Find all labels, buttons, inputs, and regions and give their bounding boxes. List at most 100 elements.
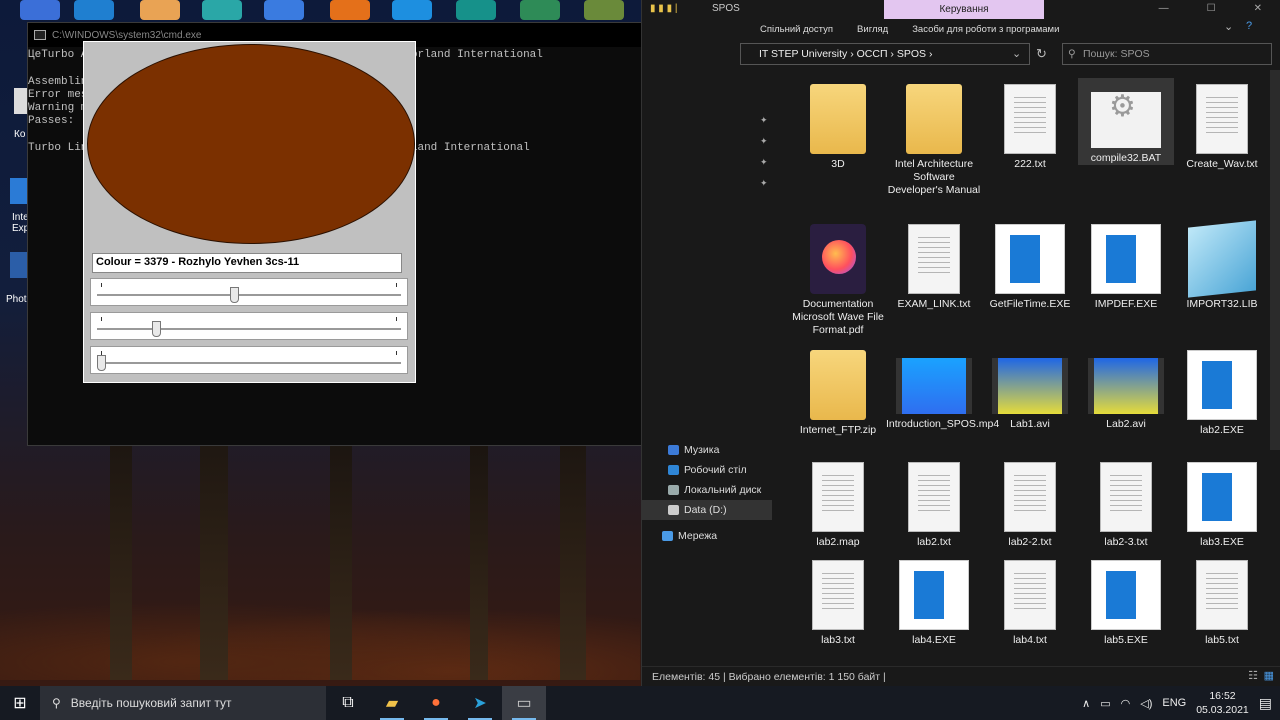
file-item[interactable]: EXAM_LINK.txt <box>886 218 982 311</box>
nav-item-desktop[interactable]: Робочий стіл <box>642 460 772 480</box>
wallpaper-tree <box>560 420 586 680</box>
folder-quick-icons[interactable]: ▮ ▮ ▮ | <box>642 3 712 14</box>
file-item[interactable]: Documentation Microsoft Wave File Format… <box>790 218 886 337</box>
telegram-taskbar-icon[interactable]: ➤ <box>458 686 502 720</box>
close-button[interactable]: ✕ <box>1254 3 1262 14</box>
file-item[interactable]: 222.txt <box>982 78 1078 171</box>
breadcrumb[interactable]: IT STEP University › ОССП › SPOS › <box>759 48 932 60</box>
arduino-icon[interactable] <box>456 0 496 20</box>
ribbon-tab-manage[interactable]: Керування <box>884 0 1044 19</box>
volume-icon[interactable]: ◁) <box>1140 697 1152 710</box>
slider-thumb[interactable] <box>230 287 240 303</box>
file-item[interactable]: Lab2.avi <box>1078 344 1174 431</box>
tiles-view-icon[interactable]: ▦ <box>1264 669 1274 682</box>
nav-item-network[interactable]: Мережа <box>642 526 772 546</box>
network-icon <box>662 531 673 541</box>
task-view-icon[interactable]: ⧉ <box>326 686 370 720</box>
file-item[interactable]: 3D <box>790 78 886 171</box>
search-input[interactable]: ⚲ Пошук: SPOS <box>1062 43 1272 65</box>
desktop-app-icon[interactable] <box>584 0 624 20</box>
nav-item-music[interactable]: Музика <box>642 440 772 460</box>
taskbar: ⊞ ⚲ Введіть пошуковий запит тут ⧉ ▰ ● ➤ … <box>0 686 1280 720</box>
details-view-icon[interactable]: ☷ <box>1248 669 1258 682</box>
notifications-icon[interactable]: ▤ <box>1259 695 1272 712</box>
desktop-app-icon[interactable] <box>20 0 60 20</box>
file-item[interactable]: lab2-3.txt <box>1078 456 1174 549</box>
file-item[interactable]: lab2.map <box>790 456 886 549</box>
file-item[interactable]: Introduction_SPOS.mp4 <box>886 344 1000 431</box>
file-name: Introduction_SPOS.mp4 <box>886 418 1000 430</box>
refresh-icon[interactable]: ↻ <box>1036 46 1047 62</box>
taskbar-search[interactable]: ⚲ Введіть пошуковий запит тут <box>40 686 326 720</box>
file-name: lab2.map <box>816 536 860 548</box>
vscode-icon[interactable] <box>74 0 114 20</box>
file-item[interactable]: ⚙ compile32.BAT <box>1078 78 1174 165</box>
desktop-app-icon[interactable] <box>140 0 180 20</box>
file-item[interactable]: lab5.txt <box>1174 554 1270 647</box>
file-item[interactable]: lab2-2.txt <box>982 456 1078 549</box>
library-file-icon <box>1188 220 1256 298</box>
windows-start-button[interactable]: ⊞ <box>0 686 40 720</box>
battery-icon[interactable]: ▭ <box>1100 697 1110 710</box>
desktop-app-icon[interactable] <box>264 0 304 20</box>
folder-icon <box>906 84 962 154</box>
green-slider[interactable] <box>90 312 408 340</box>
file-name: Internet_FTP.zip <box>799 424 877 436</box>
address-bar[interactable]: IT STEP University › ОССП › SPOS › <box>740 43 1030 65</box>
explorer-window-buttons: — ☐ ✕ <box>1159 3 1280 14</box>
desktop-app-icon[interactable] <box>392 0 432 20</box>
chevron-down-icon[interactable]: ⌄ <box>1012 47 1021 60</box>
nav-item-local-disk[interactable]: Локальний диск (C: <box>642 480 772 516</box>
file-name: lab5.txt <box>1205 634 1239 646</box>
menu-app-tools[interactable]: Засоби для роботи з програмами <box>912 24 1059 35</box>
wifi-icon[interactable]: ◠ <box>1121 697 1131 710</box>
cmd-taskbar-icon[interactable]: ▭ <box>502 686 546 720</box>
file-item[interactable]: Intel Architecture Software Developer's … <box>886 78 982 197</box>
file-name: Lab1.avi <box>1010 418 1050 430</box>
file-item[interactable]: lab4.txt <box>982 554 1078 647</box>
system-tray: ∧ ▭ ◠ ◁) ENG 16:52 05.03.2021 ▤ <box>1082 689 1280 717</box>
text-file-icon <box>1004 560 1056 630</box>
explorer-scrollbar[interactable] <box>1270 70 1280 450</box>
slider-track <box>97 362 401 364</box>
file-item[interactable]: Internet_FTP.zip <box>790 344 886 437</box>
blue-slider[interactable] <box>90 346 408 374</box>
menu-share[interactable]: Спільний доступ <box>760 24 833 35</box>
menu-view[interactable]: Вигляд <box>857 24 888 35</box>
file-item[interactable]: lab2.EXE <box>1174 344 1270 437</box>
file-item[interactable]: IMPDEF.EXE <box>1078 218 1174 311</box>
language-indicator[interactable]: ENG <box>1162 697 1186 709</box>
desktop-app-icon[interactable] <box>202 0 242 20</box>
file-item[interactable]: IMPORT32.LIB <box>1174 218 1270 311</box>
file-name: lab4.EXE <box>912 634 956 646</box>
search-icon: ⚲ <box>1068 48 1076 60</box>
nav-item-data-drive[interactable]: Data (D:) <box>642 500 772 520</box>
file-item[interactable]: lab3.EXE <box>1174 456 1270 549</box>
file-item[interactable]: lab5.EXE <box>1078 554 1174 647</box>
drive-icon <box>668 505 679 515</box>
slider-tick <box>396 351 397 355</box>
colour-label: Colour = 3379 - Rozhylo Yevhen 3cs-11 <box>92 253 402 273</box>
slider-thumb[interactable] <box>152 321 162 337</box>
help-icon[interactable]: ? <box>1246 20 1252 32</box>
file-item[interactable]: Create_Wav.txt <box>1174 78 1270 171</box>
clock-date: 05.03.2021 <box>1196 704 1249 716</box>
minimize-button[interactable]: — <box>1159 3 1169 14</box>
file-item[interactable]: lab2.txt <box>886 456 982 549</box>
file-item[interactable]: lab3.txt <box>790 554 886 647</box>
desktop-app-icon[interactable] <box>520 0 560 20</box>
blender-icon[interactable] <box>330 0 370 20</box>
chevron-up-icon[interactable]: ∧ <box>1082 697 1090 710</box>
maximize-button[interactable]: ☐ <box>1207 3 1216 14</box>
file-explorer-taskbar-icon[interactable]: ▰ <box>370 686 414 720</box>
file-item[interactable]: GetFileTime.EXE <box>982 218 1078 311</box>
file-name: IMPORT32.LIB <box>1186 298 1258 310</box>
firefox-taskbar-icon[interactable]: ● <box>414 686 458 720</box>
chevron-down-icon[interactable]: ⌄ <box>1224 20 1233 33</box>
file-item[interactable]: Lab1.avi <box>982 344 1078 431</box>
slider-track <box>97 294 401 296</box>
file-item[interactable]: lab4.EXE <box>886 554 982 647</box>
red-slider[interactable] <box>90 278 408 306</box>
slider-thumb[interactable] <box>97 355 106 371</box>
clock[interactable]: 16:52 05.03.2021 <box>1196 689 1249 717</box>
